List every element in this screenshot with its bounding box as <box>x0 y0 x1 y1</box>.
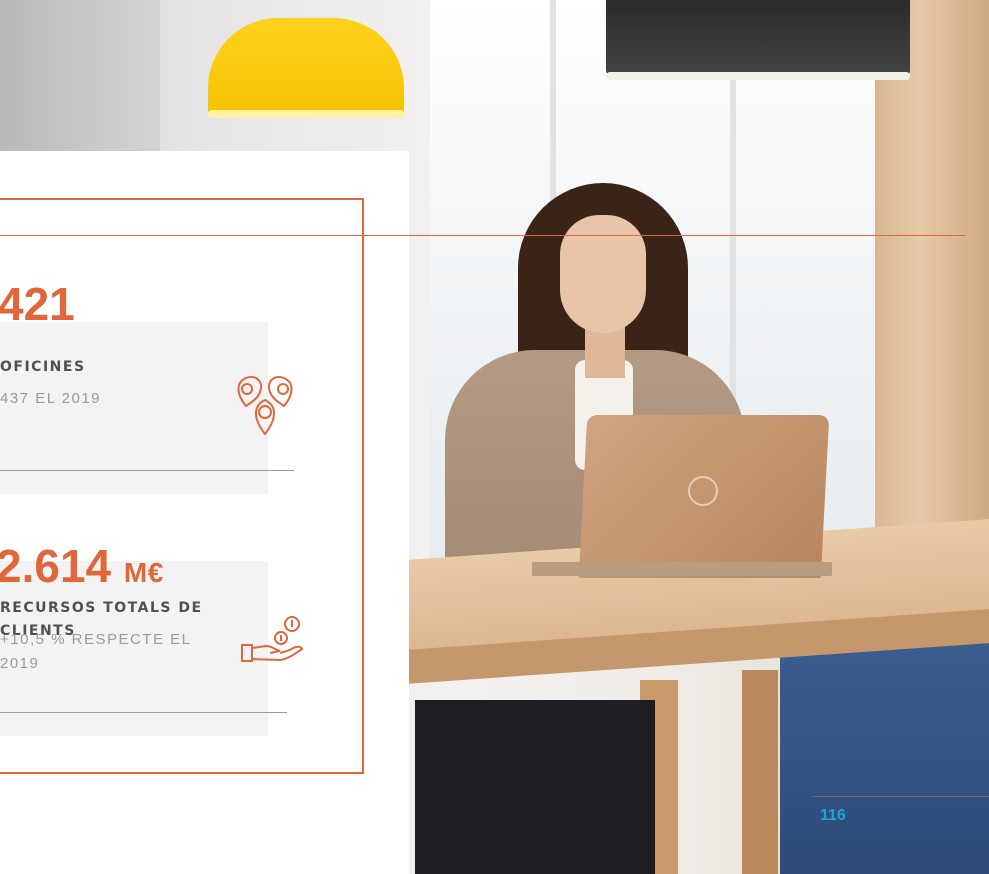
divider <box>0 470 294 471</box>
stat-box-offices <box>0 322 268 494</box>
laptop-logo-icon <box>688 476 718 506</box>
black-lamp <box>606 0 910 76</box>
yellow-lamp <box>208 18 404 116</box>
stat-value-offices: 421 <box>0 278 75 330</box>
divider <box>0 712 287 713</box>
stat-comparison-offices: 437 EL 2019 <box>0 390 102 407</box>
page-rule <box>813 796 989 797</box>
hand-coins-icon <box>241 616 304 662</box>
stat-value-resources: 2.614 M€ <box>0 540 164 592</box>
stat-comparison-resources: +10,5 % RESPECTE EL 2019 <box>0 631 191 672</box>
header-rule <box>0 235 965 236</box>
location-pins-icon <box>237 376 293 436</box>
page-number: 116 <box>820 807 846 824</box>
stat-label-offices: OFICINES <box>0 359 86 375</box>
